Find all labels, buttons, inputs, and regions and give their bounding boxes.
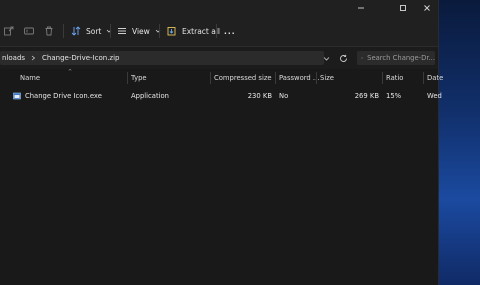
close-icon xyxy=(424,5,430,11)
sort-indicator-icon: ^ xyxy=(68,69,73,75)
view-label: View xyxy=(132,26,150,36)
maximize-icon xyxy=(400,5,406,11)
minimize-icon xyxy=(358,7,364,9)
address-history-button[interactable] xyxy=(319,51,333,65)
file-name: Change Drive Icon.exe xyxy=(25,92,102,100)
extract-icon xyxy=(167,27,176,36)
column-header-password[interactable]: Password ... xyxy=(279,72,319,84)
command-bar: Sort View Extract all ... xyxy=(0,16,438,47)
search-placeholder: Search Change-Dr... xyxy=(367,54,435,62)
column-divider[interactable] xyxy=(382,72,383,84)
sort-label: Sort xyxy=(86,26,102,36)
title-bar xyxy=(0,0,438,16)
minimize-button[interactable] xyxy=(352,2,370,14)
trash-icon xyxy=(45,26,53,36)
view-button[interactable]: View xyxy=(117,22,161,40)
table-row[interactable]: Change Drive Icon.exe Application 230 KB… xyxy=(0,90,442,102)
column-divider[interactable] xyxy=(423,72,424,84)
refresh-icon xyxy=(339,54,347,62)
column-divider[interactable] xyxy=(316,72,317,84)
column-divider[interactable] xyxy=(127,72,128,84)
close-button[interactable] xyxy=(418,2,436,14)
file-ratio: 15% xyxy=(386,92,402,100)
toolbar-separator xyxy=(63,24,64,38)
file-password: No xyxy=(279,92,289,100)
breadcrumb-item-downloads[interactable]: nloads xyxy=(2,54,25,62)
file-size: 269 KB xyxy=(354,92,379,100)
file-type: Application xyxy=(131,92,169,100)
file-name-cell[interactable]: Change Drive Icon.exe xyxy=(13,90,102,102)
address-bar-row: nloads Change-Drive-Icon.zip Search Chan… xyxy=(0,47,438,69)
extract-all-label: Extract all xyxy=(182,26,221,36)
column-header-compressed-size[interactable]: Compressed size xyxy=(214,72,272,84)
maximize-button[interactable] xyxy=(394,2,412,14)
more-options-button[interactable]: ... xyxy=(224,22,236,40)
column-header-ratio[interactable]: Ratio xyxy=(386,72,403,84)
search-input[interactable]: Search Change-Dr... xyxy=(357,51,435,65)
file-date: Wed xyxy=(427,92,442,100)
column-header-date[interactable]: Date xyxy=(427,72,443,84)
application-file-icon xyxy=(13,92,21,100)
column-divider[interactable] xyxy=(275,72,276,84)
column-divider[interactable] xyxy=(210,72,211,84)
refresh-button[interactable] xyxy=(336,51,350,65)
sort-button[interactable]: Sort xyxy=(71,22,112,40)
breadcrumb[interactable]: nloads Change-Drive-Icon.zip xyxy=(0,51,324,65)
column-header-size[interactable]: Size xyxy=(320,72,334,84)
column-header-type[interactable]: Type xyxy=(131,72,147,84)
column-headers: ^ Name Type Compressed size Password ...… xyxy=(0,69,443,86)
rename-icon xyxy=(24,27,34,35)
extract-all-button[interactable]: Extract all xyxy=(167,22,220,40)
column-header-name[interactable]: Name xyxy=(20,72,40,84)
chevron-right-icon xyxy=(31,55,36,61)
search-icon xyxy=(361,57,363,59)
chevron-down-icon xyxy=(323,56,329,61)
breadcrumb-item-zip[interactable]: Change-Drive-Icon.zip xyxy=(42,54,119,62)
file-compressed-size: 230 KB xyxy=(247,92,272,100)
file-explorer-window: Sort View Extract all ... nloads Change-… xyxy=(0,0,443,285)
sort-icon xyxy=(71,26,81,36)
more-label: ... xyxy=(224,26,236,36)
toolbar-separator xyxy=(216,24,217,38)
share-button[interactable] xyxy=(4,22,14,40)
desktop-background xyxy=(438,0,480,285)
toolbar-separator xyxy=(110,24,111,38)
toolbar-separator xyxy=(159,24,160,38)
view-icon xyxy=(118,28,126,34)
rename-button[interactable] xyxy=(24,22,34,40)
delete-button[interactable] xyxy=(44,22,54,40)
share-icon xyxy=(4,26,14,36)
